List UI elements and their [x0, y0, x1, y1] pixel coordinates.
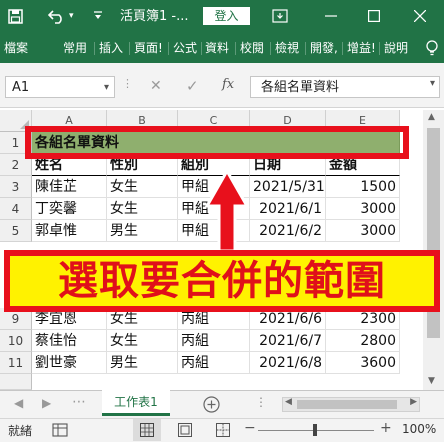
table-cell[interactable]: 郭卓惟	[32, 220, 107, 242]
tab-formulas[interactable]: 公式	[173, 33, 197, 63]
zoom-out-icon[interactable]: −	[244, 420, 256, 436]
zoom-slider-handle[interactable]	[313, 424, 317, 436]
add-sheet-icon[interactable]	[203, 396, 220, 413]
table-cell[interactable]: 男生	[107, 352, 178, 374]
selection-highlight-box	[25, 126, 409, 159]
row-header[interactable]	[0, 374, 32, 390]
formula-bar: A1 ▾ ⋮ ✕ ✓ fx 各組名單資料 ▾	[0, 63, 444, 108]
sheet-tab-active[interactable]: 工作表1	[102, 390, 170, 416]
tab-insert[interactable]: 插入	[99, 33, 123, 63]
resize-handle-icon[interactable]: ⋮	[122, 77, 134, 90]
status-bar: 就緒 − + 100%	[0, 418, 444, 442]
zoom-level[interactable]: 100%	[402, 422, 436, 436]
save-icon[interactable]	[8, 9, 23, 24]
table-cell[interactable]: 丙組	[178, 352, 250, 374]
close-icon[interactable]	[414, 10, 426, 22]
tab-data[interactable]: 資料	[205, 33, 229, 63]
zoom-in-icon[interactable]: +	[380, 420, 392, 436]
table-cell[interactable]: 3600	[326, 352, 400, 374]
instruction-callout: 選取要合併的範圍	[4, 250, 440, 312]
page-layout-icon[interactable]	[178, 423, 192, 437]
scroll-right-icon[interactable]: ▶	[410, 397, 417, 407]
lightbulb-icon[interactable]	[424, 39, 442, 57]
row-header[interactable]: 3	[0, 176, 32, 198]
tab-divider	[342, 42, 343, 55]
tab-divider	[235, 42, 236, 55]
tab-view[interactable]: 檢視	[275, 33, 299, 63]
tab-home[interactable]: 常用	[63, 33, 87, 63]
tab-developer[interactable]: 開發,	[310, 33, 338, 63]
up-arrow-icon	[204, 168, 250, 253]
table-cell[interactable]: 劉世豪	[32, 352, 107, 374]
tab-divider	[129, 42, 130, 55]
normal-view-button[interactable]	[133, 419, 161, 441]
row-header[interactable]: 5	[0, 220, 32, 242]
table-cell[interactable]: 女生	[107, 330, 178, 352]
name-box[interactable]: A1 ▾	[5, 76, 115, 98]
next-sheet-icon[interactable]: ▶	[42, 396, 51, 410]
undo-icon[interactable]	[48, 8, 66, 24]
table-cell[interactable]: 丙組	[178, 330, 250, 352]
tab-divider	[305, 42, 306, 55]
table-cell[interactable]: 3000	[326, 220, 400, 242]
table-cell[interactable]: 2021/6/7	[250, 330, 326, 352]
title-bar: ▾ 活頁簿1 -... 登入	[0, 0, 444, 33]
table-cell[interactable]: 2021/5/31	[250, 176, 326, 198]
table-cell[interactable]: 3000	[326, 198, 400, 220]
sheet-tab-bar: ◀ ▶ ⋯ 工作表1 ⋮ ◀ ▶	[0, 390, 444, 419]
scroll-left-icon[interactable]: ◀	[285, 397, 292, 407]
undo-dropdown-icon[interactable]: ▾	[69, 0, 74, 33]
row-header[interactable]: 10	[0, 330, 32, 352]
customize-qat-icon[interactable]	[93, 11, 103, 21]
h-scrollbar-thumb[interactable]	[297, 400, 397, 409]
prev-sheet-icon[interactable]: ◀	[14, 396, 23, 410]
table-cell[interactable]: 丁奕馨	[32, 198, 107, 220]
table-cell[interactable]: 2021/6/1	[250, 198, 326, 220]
table-cell[interactable]: 蔡佳怡	[32, 330, 107, 352]
maximize-icon[interactable]	[368, 10, 380, 22]
page-break-preview-icon[interactable]	[216, 423, 230, 437]
tab-divider	[201, 42, 202, 55]
tab-review[interactable]: 校閱	[240, 33, 264, 63]
normal-view-icon	[140, 423, 154, 437]
horizontal-scrollbar[interactable]: ◀ ▶	[282, 397, 420, 412]
scroll-down-icon[interactable]: ▼	[428, 376, 435, 386]
accessibility-icon[interactable]	[52, 423, 68, 437]
ribbon-tabs: 檔案 常用 插入 頁面! 公式 資料 校閱 檢視 開發, 增益! 說明	[0, 33, 444, 63]
row-header[interactable]: 4	[0, 198, 32, 220]
sheet-more-icon[interactable]: ⋯	[72, 394, 86, 410]
formula-input[interactable]: 各組名單資料	[250, 76, 440, 98]
tab-file[interactable]: 檔案	[4, 33, 28, 63]
tab-divider	[94, 42, 95, 55]
name-box-dropdown-icon[interactable]: ▾	[104, 77, 109, 99]
table-cell[interactable]: 2021/6/2	[250, 220, 326, 242]
tab-divider	[379, 42, 380, 55]
sign-in-button[interactable]: 登入	[203, 7, 250, 25]
cancel-icon[interactable]: ✕	[150, 78, 162, 94]
name-box-value: A1	[12, 80, 30, 95]
minimize-icon[interactable]	[325, 15, 337, 17]
table-cell[interactable]: 男生	[107, 220, 178, 242]
table-cell[interactable]: 女生	[107, 198, 178, 220]
insert-function-icon[interactable]: fx	[222, 77, 234, 92]
tab-help[interactable]: 說明	[384, 33, 408, 63]
expand-formula-icon[interactable]: ▾	[430, 78, 435, 89]
table-cell[interactable]: 1500	[326, 176, 400, 198]
window-title: 活頁簿1 -...	[120, 9, 189, 24]
tab-divider	[168, 42, 169, 55]
table-cell[interactable]: 2021/6/8	[250, 352, 326, 374]
status-ready: 就緒	[8, 424, 33, 438]
enter-icon[interactable]: ✓	[186, 77, 199, 95]
table-cell[interactable]: 陳佳芷	[32, 176, 107, 198]
ribbon-display-icon[interactable]	[272, 9, 288, 23]
split-handle-icon[interactable]: ⋮	[255, 395, 267, 409]
table-cell[interactable]: 2800	[326, 330, 400, 352]
tab-divider	[270, 42, 271, 55]
tab-addins[interactable]: 增益!	[347, 33, 376, 63]
tab-page-layout[interactable]: 頁面!	[134, 33, 163, 63]
scroll-up-icon[interactable]: ▲	[428, 112, 435, 122]
table-cell[interactable]: 女生	[107, 176, 178, 198]
row-header[interactable]: 11	[0, 352, 32, 374]
